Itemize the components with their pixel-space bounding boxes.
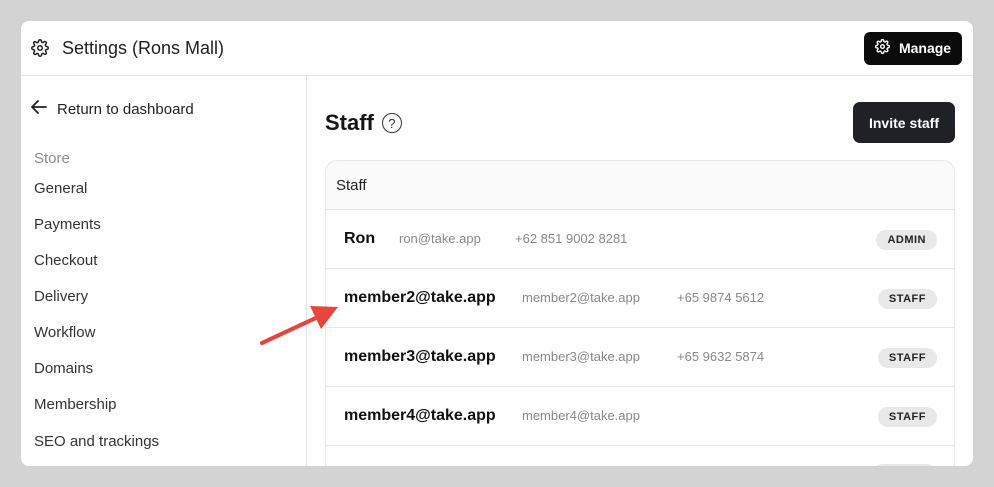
role-badge xyxy=(873,464,937,466)
manage-button[interactable]: Manage xyxy=(864,31,962,65)
settings-window: Settings (Rons Mall) Manage Return to da… xyxy=(21,21,973,466)
annotation-arrow-icon xyxy=(260,306,338,345)
role-badge: STAFF xyxy=(877,407,937,427)
sidebar-item-payments[interactable]: Payments xyxy=(34,216,101,233)
return-to-dashboard-link[interactable]: Return to dashboard xyxy=(31,100,194,118)
table-row[interactable]: member4@take.app member4@take.app STAFF xyxy=(326,387,954,446)
help-circle-icon[interactable]: ? xyxy=(381,113,402,133)
staff-name: member3@take.app xyxy=(344,348,496,365)
gear-icon xyxy=(31,39,49,57)
arrow-left-icon xyxy=(31,100,47,118)
top-bar: Settings (Rons Mall) Manage xyxy=(21,21,973,76)
sidebar-section-store: Store xyxy=(34,150,70,167)
staff-heading: Staff ? xyxy=(325,110,402,136)
table-row[interactable] xyxy=(326,446,954,466)
table-row[interactable]: member2@take.app member2@take.app +65 98… xyxy=(326,269,954,328)
sidebar-item-domains[interactable]: Domains xyxy=(34,360,93,377)
staff-title: Staff xyxy=(325,110,374,135)
sidebar-item-checkout[interactable]: Checkout xyxy=(34,252,97,269)
sidebar-item-seo-and-trackings[interactable]: SEO and trackings xyxy=(34,433,159,450)
staff-name: member2@take.app xyxy=(344,289,496,306)
table-row[interactable]: Ron ron@take.app +62 851 9002 8281 ADMIN xyxy=(326,210,954,269)
staff-table-header: Staff xyxy=(326,161,954,210)
sidebar: Return to dashboard Store General Paymen… xyxy=(21,76,307,466)
sidebar-item-delivery[interactable]: Delivery xyxy=(34,288,88,305)
sidebar-item-membership[interactable]: Membership xyxy=(34,396,117,413)
return-to-dashboard-label: Return to dashboard xyxy=(57,100,194,118)
staff-email: member4@take.app xyxy=(522,408,640,423)
staff-phone: +62 851 9002 8281 xyxy=(515,231,628,246)
gear-icon xyxy=(874,38,890,57)
invite-staff-button[interactable]: Invite staff xyxy=(853,102,955,143)
sidebar-item-workflow[interactable]: Workflow xyxy=(34,324,95,341)
role-badge: ADMIN xyxy=(876,230,937,250)
staff-phone: +65 9632 5874 xyxy=(677,349,765,364)
help-glyph: ? xyxy=(388,115,396,131)
staff-phone: +65 9874 5612 xyxy=(677,290,765,305)
main-content: Staff ? Invite staff Staff Ron ron@take.… xyxy=(307,76,973,466)
staff-email: member3@take.app xyxy=(522,349,640,364)
manage-button-label: Manage xyxy=(898,40,952,56)
role-badge: STAFF xyxy=(877,348,937,368)
page-title: Settings (Rons Mall) xyxy=(62,37,225,58)
table-row[interactable]: member3@take.app member3@take.app +65 96… xyxy=(326,328,954,387)
staff-table: Staff Ron ron@take.app +62 851 9002 8281… xyxy=(325,160,955,466)
role-badge: STAFF xyxy=(877,289,937,309)
staff-name: Ron xyxy=(344,230,376,247)
staff-email: ron@take.app xyxy=(399,231,481,246)
staff-email: member2@take.app xyxy=(522,290,640,305)
staff-name: member4@take.app xyxy=(344,407,496,424)
sidebar-item-general[interactable]: General xyxy=(34,180,87,197)
